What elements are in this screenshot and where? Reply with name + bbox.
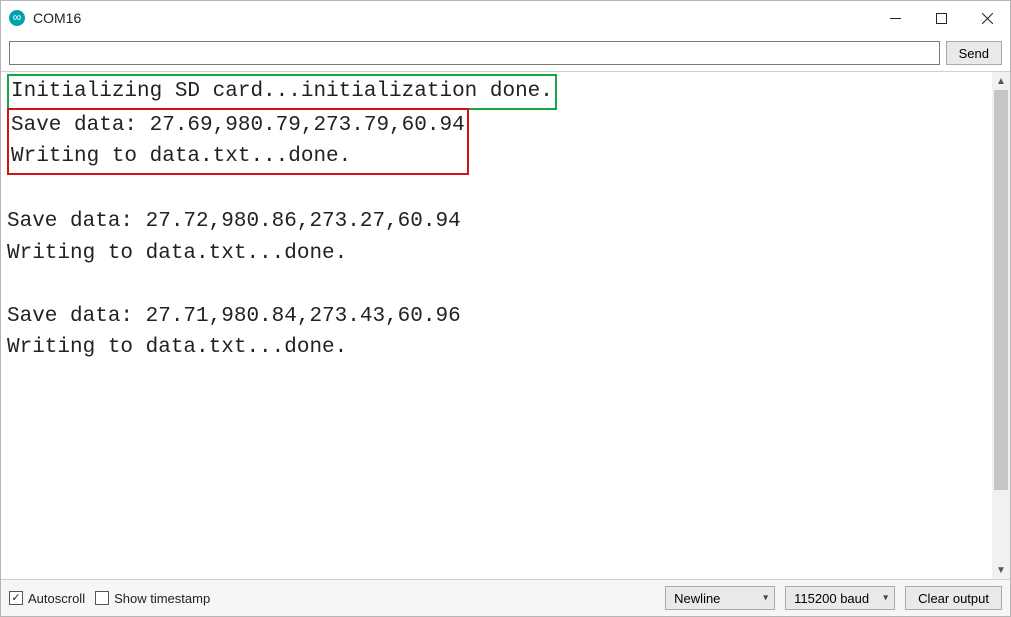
output-line: Initializing SD card...initialization do… [11, 80, 553, 103]
output-line: Save data: 27.72,980.86,273.27,60.94 [7, 210, 461, 233]
serial-output: Initializing SD card...initialization do… [1, 72, 992, 579]
timestamp-checkbox[interactable]: Show timestamp [95, 591, 210, 606]
timestamp-label: Show timestamp [114, 591, 210, 606]
baud-select[interactable]: 115200 baud ▾ [785, 586, 895, 610]
scroll-up-icon[interactable]: ▲ [992, 72, 1010, 90]
window-buttons [872, 1, 1010, 35]
output-line: Writing to data.txt...done. [11, 145, 351, 168]
maximize-icon [936, 13, 947, 24]
scroll-down-icon[interactable]: ▼ [992, 561, 1010, 579]
highlight-init: Initializing SD card...initialization do… [7, 74, 557, 110]
output-line: Writing to data.txt...done. [7, 242, 347, 265]
close-button[interactable] [964, 1, 1010, 35]
window-title: COM16 [33, 10, 81, 26]
arduino-icon [9, 10, 25, 26]
output-wrap: Initializing SD card...initialization do… [1, 71, 1010, 580]
baud-value: 115200 baud [794, 591, 869, 606]
line-ending-select[interactable]: Newline ▾ [665, 586, 775, 610]
vertical-scrollbar[interactable]: ▲ ▼ [992, 72, 1010, 579]
serial-monitor-window: COM16 Send Initializing SD card...initia… [0, 0, 1011, 617]
line-ending-value: Newline [674, 591, 720, 606]
scroll-track[interactable] [992, 90, 1010, 561]
output-line: Writing to data.txt...done. [7, 336, 347, 359]
close-icon [982, 13, 993, 24]
clear-output-button[interactable]: Clear output [905, 586, 1002, 610]
output-line: Save data: 27.71,980.84,273.43,60.96 [7, 305, 461, 328]
chevron-down-icon: ▾ [763, 593, 768, 604]
highlight-first-write: Save data: 27.69,980.79,273.79,60.94 Wri… [7, 108, 469, 175]
bottom-bar: ✓ Autoscroll Show timestamp Newline ▾ 11… [1, 580, 1010, 616]
maximize-button[interactable] [918, 1, 964, 35]
checkbox-icon: ✓ [9, 591, 23, 605]
send-row: Send [1, 35, 1010, 71]
send-button[interactable]: Send [946, 41, 1002, 65]
checkbox-icon [95, 591, 109, 605]
titlebar: COM16 [1, 1, 1010, 35]
autoscroll-label: Autoscroll [28, 591, 85, 606]
minimize-button[interactable] [872, 1, 918, 35]
serial-input[interactable] [9, 41, 940, 65]
autoscroll-checkbox[interactable]: ✓ Autoscroll [9, 591, 85, 606]
scroll-thumb[interactable] [994, 90, 1008, 490]
minimize-icon [890, 13, 901, 24]
chevron-down-icon: ▾ [883, 593, 888, 604]
output-line: Save data: 27.69,980.79,273.79,60.94 [11, 114, 465, 137]
